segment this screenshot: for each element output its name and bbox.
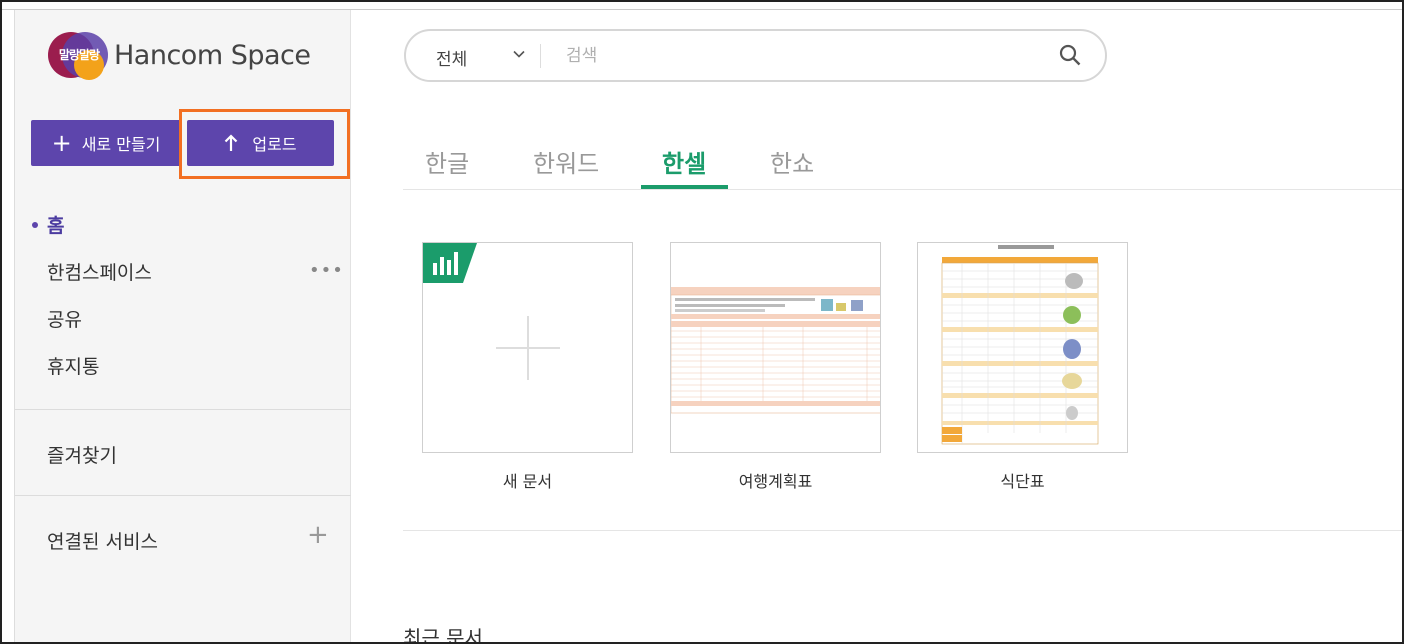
nav-favorites[interactable]: 즐겨찾기	[47, 441, 117, 468]
template-label: 식단표	[1000, 472, 1045, 491]
tab-hanshow[interactable]: 한쇼	[770, 144, 814, 179]
tab-hangul[interactable]: 한글	[425, 144, 469, 179]
brand-badge-icon: 말랑말랑	[48, 30, 110, 80]
template-card-meal-plan[interactable]	[917, 242, 1128, 453]
add-service-icon[interactable]: +	[307, 522, 329, 548]
active-tab-underline	[641, 185, 728, 189]
chevron-down-icon[interactable]	[512, 47, 526, 61]
recent-documents-title: 최근 문서	[403, 626, 483, 644]
tab-hancell[interactable]: 한셀	[662, 144, 706, 179]
template-card-travel-plan[interactable]	[670, 242, 881, 453]
search-icon[interactable]	[1058, 43, 1082, 67]
travel-plan-thumbnail-icon	[671, 287, 880, 414]
sidebar-divider	[15, 409, 351, 410]
nav-home[interactable]: 홈	[47, 211, 64, 238]
section-divider	[403, 530, 1402, 531]
meal-plan-thumbnail-icon	[941, 245, 1099, 445]
nav-trash[interactable]: 휴지통	[47, 352, 99, 379]
arrow-up-icon	[225, 134, 238, 151]
hancell-badge-icon	[423, 243, 477, 283]
app-window: 말랑말랑 Hancom Space + 새로 만들기 업로드 홈 한컴스페이스 …	[0, 0, 1404, 644]
search-scope-select[interactable]: 전체	[436, 45, 467, 70]
search-bar: 전체	[404, 29, 1107, 82]
new-document-button[interactable]: + 새로 만들기	[31, 120, 181, 166]
upload-label: 업로드	[252, 135, 297, 154]
template-card-new[interactable]	[422, 242, 633, 453]
new-document-label: 새로 만들기	[81, 135, 161, 154]
upload-button[interactable]: 업로드	[187, 120, 334, 166]
template-label: 새 문서	[502, 472, 553, 491]
brand-name: Hancom Space	[114, 39, 311, 71]
logo[interactable]: 말랑말랑 Hancom Space	[48, 30, 311, 80]
brand-badge-text: 말랑말랑	[58, 48, 100, 62]
plus-icon-vertical	[527, 316, 529, 380]
sidebar: 말랑말랑 Hancom Space + 새로 만들기 업로드 홈 한컴스페이스 …	[14, 10, 351, 642]
sidebar-divider	[15, 495, 351, 496]
more-options-icon[interactable]: •••	[309, 260, 344, 281]
active-indicator-dot	[32, 222, 38, 228]
app-tabs: 한글 한워드 한셀 한쇼	[403, 132, 1402, 190]
nav-shared[interactable]: 공유	[47, 305, 82, 332]
nav-hancom-space[interactable]: 한컴스페이스	[47, 258, 152, 285]
tab-hanword[interactable]: 한워드	[533, 144, 599, 179]
plus-icon: +	[51, 129, 72, 157]
search-input[interactable]	[566, 43, 1026, 69]
template-label: 여행계획표	[738, 472, 813, 491]
top-border	[2, 2, 1402, 10]
nav-connected-services[interactable]: 연결된 서비스	[47, 527, 158, 554]
search-separator	[540, 44, 541, 68]
